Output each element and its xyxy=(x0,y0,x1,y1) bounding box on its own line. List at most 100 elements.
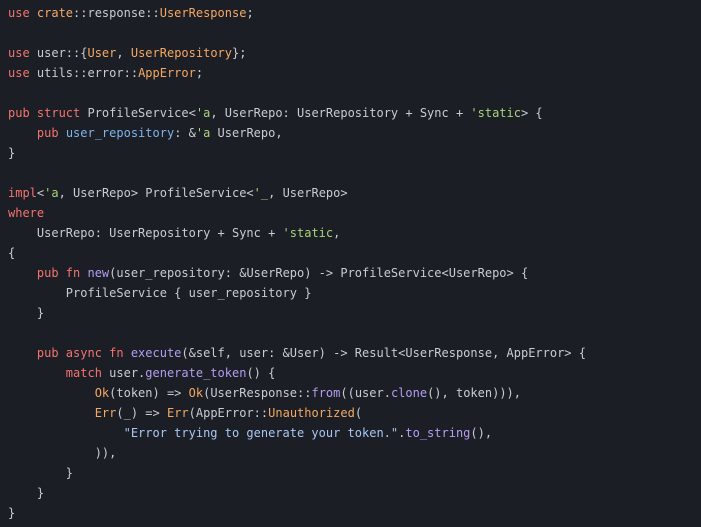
code-token: to_string xyxy=(405,426,471,440)
code-block[interactable]: use crate::response::UserResponse; use us… xyxy=(8,3,701,523)
code-token: use xyxy=(8,6,37,20)
code-token: Err xyxy=(94,406,117,420)
code-token: 'static xyxy=(470,106,521,120)
code-line: ProfileService { user_repository } xyxy=(8,283,701,303)
code-token: user_repository xyxy=(65,126,175,140)
code-token: ; xyxy=(195,66,204,80)
code-token: } xyxy=(8,306,45,320)
code-token: ((user. xyxy=(340,386,391,400)
code-line: use crate::response::UserResponse; xyxy=(8,3,701,23)
code-token: ( xyxy=(354,406,363,420)
code-line: pub struct ProfileService<'a, UserRepo: … xyxy=(8,103,701,123)
code-token: , xyxy=(116,46,131,60)
code-token: pub xyxy=(36,126,66,140)
code-line: Err(_) => Err(AppError::Unauthorized( xyxy=(8,403,701,423)
code-token: : & xyxy=(174,126,196,140)
code-token: } xyxy=(8,146,16,160)
code-token: 'static xyxy=(282,226,334,240)
code-token: impl xyxy=(8,186,37,200)
code-line: } xyxy=(8,463,701,483)
code-token: where xyxy=(8,206,45,220)
code-token: generate_token xyxy=(145,366,247,380)
code-line: use user::{User, UserRepository}; xyxy=(8,43,701,63)
code-token: , UserRepo> xyxy=(268,186,348,200)
code-line: pub fn new(user_repository: &UserRepo) -… xyxy=(8,263,701,283)
code-token: pub struct xyxy=(8,106,88,120)
code-token: pub fn xyxy=(36,266,88,280)
code-line: "Error trying to generate your token.".t… xyxy=(8,423,701,443)
code-token: (user_repository: &UserRepo) -> ProfileS… xyxy=(109,266,529,280)
code-token: }; xyxy=(232,46,247,60)
code-token: (), xyxy=(470,426,493,440)
code-token: Unauthorized xyxy=(268,406,355,420)
code-token: new xyxy=(87,266,110,280)
code-token: ProfileService< xyxy=(87,106,196,120)
code-token: Ok xyxy=(188,386,204,400)
code-token: (), token))), xyxy=(427,386,521,400)
code-token: } xyxy=(8,506,16,520)
code-token: (_) => xyxy=(116,406,167,420)
code-line: } xyxy=(8,483,701,503)
code-line: )), xyxy=(8,443,701,463)
code-token: { xyxy=(8,246,16,260)
code-token: crate xyxy=(36,6,74,20)
code-token: , UserRepo> ProfileService< xyxy=(58,186,254,200)
code-token: clone xyxy=(390,386,428,400)
code-token: user::{ xyxy=(36,46,88,60)
code-token: execute xyxy=(130,346,182,360)
code-line: } xyxy=(8,503,701,523)
code-token: (UserResponse:: xyxy=(203,386,312,400)
code-line: use utils::error::AppError; xyxy=(8,63,701,83)
code-token: ::response:: xyxy=(73,6,160,20)
code-line: } xyxy=(8,143,701,163)
code-token: UserResponse xyxy=(159,6,247,20)
code-line: UserRepo: UserRepository + Sync + 'stati… xyxy=(8,223,701,243)
code-token: } xyxy=(8,486,45,500)
code-line: pub async fn execute(&self, user: &User)… xyxy=(8,343,701,363)
code-token: pub async fn xyxy=(36,346,131,360)
code-token: ProfileService { user_repository } xyxy=(8,286,312,300)
code-line: } xyxy=(8,303,701,323)
code-token: from xyxy=(311,386,341,400)
code-token: Err xyxy=(166,406,189,420)
code-token: use xyxy=(8,46,37,60)
code-token: (token) => xyxy=(109,386,189,400)
code-line: where xyxy=(8,203,701,223)
code-token: User xyxy=(87,46,117,60)
code-token: 'a xyxy=(195,106,211,120)
code-token: UserRepo: UserRepository + Sync + xyxy=(8,226,283,240)
code-line: match user.generate_token() { xyxy=(8,363,701,383)
code-token: , xyxy=(333,226,341,240)
code-line: impl<'a, UserRepo> ProfileService<'_, Us… xyxy=(8,183,701,203)
code-token: match xyxy=(65,366,110,380)
code-token: UserRepository xyxy=(130,46,232,60)
code-token: Ok xyxy=(94,386,110,400)
code-line: Ok(token) => Ok(UserResponse::from((user… xyxy=(8,383,701,403)
code-token: (&self, user: &User) -> Result<UserRespo… xyxy=(181,346,586,360)
code-token: AppError xyxy=(138,66,196,80)
code-token: UserRepo, xyxy=(210,126,283,140)
code-token: utils::error:: xyxy=(36,66,139,80)
code-line: pub user_repository: &'a UserRepo, xyxy=(8,123,701,143)
code-token: ; xyxy=(246,6,254,20)
code-token: > { xyxy=(520,106,543,120)
code-token: )), xyxy=(8,446,117,460)
code-token: (AppError:: xyxy=(188,406,269,420)
code-editor[interactable]: use crate::response::UserResponse; use us… xyxy=(0,0,701,527)
code-token: user. xyxy=(109,366,146,380)
code-token: '_ xyxy=(253,186,269,200)
code-token: use xyxy=(8,66,37,80)
code-token: "Error trying to generate your token." xyxy=(123,426,399,440)
code-token: } xyxy=(8,466,74,480)
